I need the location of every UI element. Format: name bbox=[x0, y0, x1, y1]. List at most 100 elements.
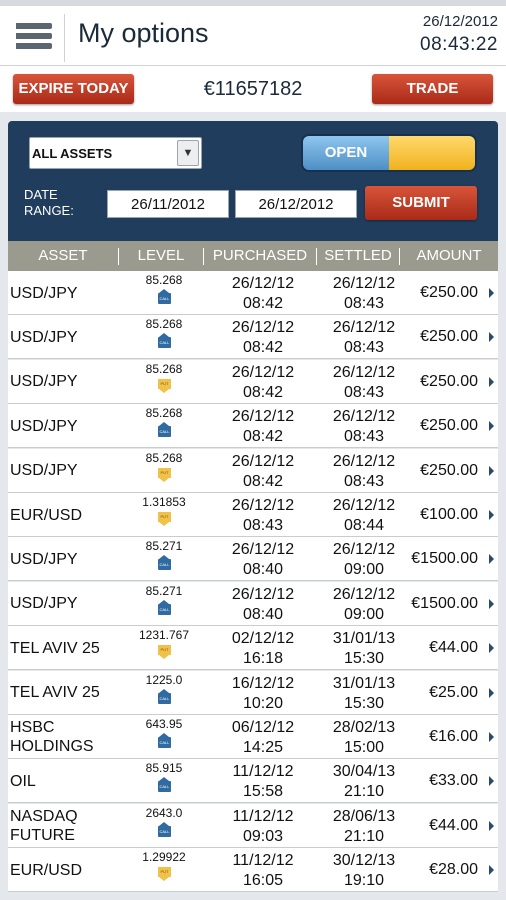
table-row[interactable]: USD/JPY 85.271 26/12/12 08:40 26/12/12 09:00 €… bbox=[8, 537, 498, 582]
open-closed-toggle[interactable]: OPEN bbox=[303, 136, 475, 170]
hamburger-menu-line bbox=[16, 33, 52, 39]
row-settled-date: 28/06/13 bbox=[332, 807, 396, 825]
chevron-right-icon[interactable] bbox=[489, 554, 494, 565]
call-up-arrow-icon bbox=[158, 333, 171, 349]
row-amount: €44.00 bbox=[429, 816, 478, 834]
toggle-knob[interactable] bbox=[389, 136, 475, 170]
chevron-right-icon[interactable] bbox=[489, 598, 494, 609]
app-header: My options 26/12/2012 08:43:22 bbox=[0, 0, 506, 66]
table-header: ASSET LEVEL PURCHASED SETTLED AMOUNT bbox=[8, 241, 498, 271]
column-header-level[interactable]: LEVEL bbox=[119, 241, 203, 271]
row-purchased-date: 16/12/12 bbox=[231, 674, 295, 692]
row-settled: 26/12/12 08:43 bbox=[314, 363, 414, 403]
chevron-right-icon[interactable] bbox=[489, 376, 494, 387]
chevron-right-icon[interactable] bbox=[489, 510, 494, 520]
row-purchased: 26/12/12 08:42 bbox=[213, 318, 313, 358]
row-purchased-date: 26/12/12 bbox=[231, 363, 295, 381]
row-purchased-date: 11/12/12 bbox=[232, 852, 294, 870]
chevron-right-icon[interactable] bbox=[489, 288, 494, 298]
asset-select[interactable]: ALL ASSETS ▼ bbox=[29, 137, 202, 169]
header-date: 26/12/2012 bbox=[422, 13, 498, 30]
row-settled-date: 26/12/12 bbox=[332, 497, 396, 514]
action-toolbar: EXPIRE TODAY €11657182 TRADE bbox=[0, 66, 506, 112]
row-purchased-date: 11/12/12 bbox=[232, 807, 294, 825]
chevron-right-icon[interactable] bbox=[489, 465, 494, 476]
table-row[interactable]: USD/JPY 85.268 26/12/12 08:42 26/12/12 08:43 €… bbox=[8, 315, 498, 360]
table-row[interactable]: TEL AVIV 25 1225.0 16/12/12 10:20 31/01/13 15… bbox=[8, 670, 498, 715]
row-level: 1.29922 bbox=[142, 850, 186, 865]
row-settled: 28/02/13 15:00 bbox=[314, 718, 414, 758]
chevron-right-icon[interactable] bbox=[489, 865, 494, 876]
row-settled: 26/12/12 08:43 bbox=[314, 318, 414, 358]
put-down-arrow-icon bbox=[158, 645, 171, 660]
row-purchased-time: 08:40 bbox=[242, 561, 284, 579]
table-row[interactable]: USD/JPY 85.268 26/12/12 08:42 26/12/12 08:43 €… bbox=[8, 404, 498, 449]
chevron-right-icon[interactable] bbox=[489, 332, 494, 343]
column-header-amount[interactable]: AMOUNT bbox=[400, 241, 498, 271]
row-settled: 30/04/13 21:10 bbox=[314, 762, 414, 802]
row-settled-date: 26/12/12 bbox=[332, 363, 396, 381]
trade-button[interactable]: TRADE bbox=[372, 74, 493, 104]
table-row[interactable]: OIL 85.915 11/12/12 15:58 30/04/13 21:10 €33.0… bbox=[8, 759, 498, 804]
table-row[interactable]: EUR/USD 1.31853 26/12/12 08:43 26/12/12 08:44… bbox=[8, 493, 498, 537]
row-level: 85.268 bbox=[145, 450, 183, 465]
table-row[interactable]: TEL AVIV 25 1231.767 02/12/12 16:18 31/01/13… bbox=[8, 626, 498, 671]
row-settled: 28/06/13 21:10 bbox=[314, 807, 414, 847]
chevron-right-icon[interactable] bbox=[489, 687, 494, 698]
table-row[interactable]: EUR/USD 1.29922 11/12/12 16:05 30/12/13 19:10… bbox=[8, 848, 498, 893]
column-header-settled[interactable]: SETTLED bbox=[317, 241, 399, 271]
table-row[interactable]: USD/JPY 85.271 26/12/12 08:40 26/12/12 09:00 €… bbox=[8, 581, 498, 626]
date-to-field[interactable]: 26/12/2012 bbox=[235, 190, 357, 218]
row-level: 85.268 bbox=[145, 273, 183, 287]
row-purchased: 26/12/12 08:42 bbox=[213, 407, 313, 447]
submit-button[interactable]: SUBMIT bbox=[365, 186, 477, 220]
row-level: 1225.0 bbox=[145, 672, 183, 687]
row-purchased: 26/12/12 08:40 bbox=[213, 540, 313, 580]
row-asset: HSBC HOLDINGS bbox=[10, 719, 94, 755]
chevron-down-icon[interactable]: ▼ bbox=[177, 140, 199, 166]
table-row[interactable]: USD/JPY 85.268 26/12/12 08:42 26/12/12 08:43 €… bbox=[8, 359, 498, 404]
row-asset: NASDAQ FUTURE bbox=[10, 807, 78, 844]
table-row[interactable]: USD/JPY 85.268 26/12/12 08:42 26/12/12 08:43 €… bbox=[8, 448, 498, 493]
row-amount: €250.00 bbox=[420, 461, 478, 479]
row-amount: €250.00 bbox=[420, 328, 478, 346]
row-purchased: 11/12/12 15:58 bbox=[213, 762, 313, 802]
put-down-arrow-icon bbox=[158, 378, 171, 393]
row-purchased-date: 26/12/12 bbox=[231, 452, 295, 470]
row-purchased-time: 15:58 bbox=[242, 783, 284, 801]
table-row[interactable]: NASDAQ FUTURE 2643.0 11/12/12 09:03 28/06/13… bbox=[8, 803, 498, 848]
row-level: 1.31853 bbox=[142, 495, 186, 509]
column-header-purchased[interactable]: PURCHASED bbox=[204, 241, 316, 271]
table-row[interactable]: HSBC HOLDINGS 643.95 06/12/12 14:25 28/02/13… bbox=[8, 715, 498, 759]
row-settled-time: 08:43 bbox=[343, 472, 385, 490]
row-settled-time: 15:30 bbox=[343, 650, 385, 668]
row-purchased: 06/12/12 14:25 bbox=[213, 718, 313, 758]
row-amount: €16.00 bbox=[429, 728, 478, 745]
hamburger-menu-line bbox=[16, 43, 52, 49]
row-settled: 26/12/12 08:43 bbox=[314, 407, 414, 447]
chevron-right-icon[interactable] bbox=[489, 732, 494, 742]
date-from-field[interactable]: 26/11/2012 bbox=[107, 190, 229, 218]
row-asset: USD/JPY bbox=[10, 595, 78, 613]
header-divider bbox=[64, 14, 65, 62]
row-amount: €100.00 bbox=[420, 506, 478, 523]
chevron-right-icon[interactable] bbox=[489, 776, 494, 787]
row-asset: USD/JPY bbox=[10, 550, 78, 568]
table-row[interactable]: USD/JPY 85.268 26/12/12 08:42 26/12/12 08:43 €… bbox=[8, 271, 498, 315]
row-asset: EUR/USD bbox=[10, 861, 83, 879]
row-asset: USD/JPY bbox=[10, 373, 78, 391]
row-purchased: 11/12/12 09:03 bbox=[213, 807, 313, 847]
row-level: 85.271 bbox=[145, 583, 183, 598]
menu-button[interactable] bbox=[10, 12, 62, 60]
row-settled: 31/01/13 15:30 bbox=[314, 674, 414, 714]
column-header-asset[interactable]: ASSET bbox=[8, 241, 118, 271]
row-purchased: 26/12/12 08:43 bbox=[213, 496, 313, 536]
row-purchased-date: 26/12/12 bbox=[231, 541, 295, 559]
chevron-right-icon[interactable] bbox=[489, 820, 494, 831]
chevron-right-icon[interactable] bbox=[489, 643, 494, 654]
chevron-right-icon[interactable] bbox=[489, 421, 494, 432]
row-level: 643.95 bbox=[145, 717, 183, 731]
row-asset: EUR/USD bbox=[10, 506, 83, 524]
row-settled-date: 31/01/13 bbox=[332, 630, 396, 648]
row-amount: €250.00 bbox=[420, 417, 478, 435]
